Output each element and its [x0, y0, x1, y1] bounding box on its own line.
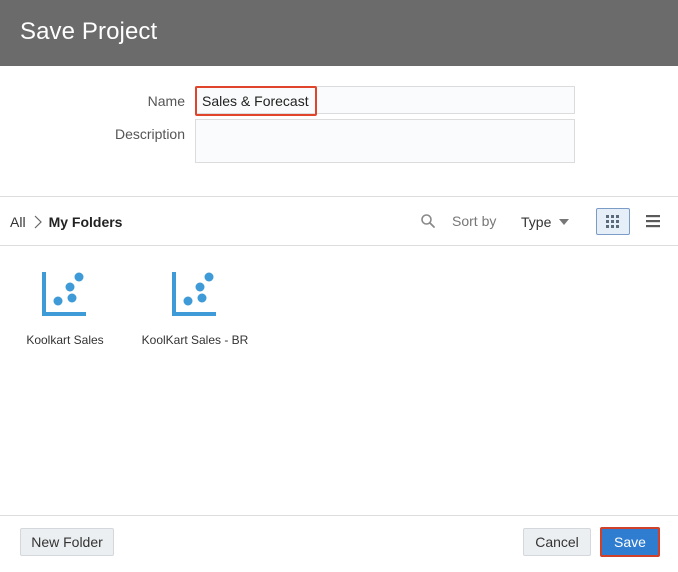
dialog-titlebar: Save Project — [0, 0, 678, 66]
save-button[interactable]: Save — [600, 527, 660, 557]
description-label: Description — [114, 126, 185, 142]
list-view-icon[interactable] — [644, 213, 662, 229]
name-input[interactable]: Sales & Forecast — [195, 86, 575, 114]
breadcrumb: All My Folders — [10, 213, 122, 231]
chevron-right-icon — [34, 215, 42, 229]
dialog-title: Save Project — [20, 18, 158, 45]
sort-by-label: Sort by — [452, 213, 497, 229]
divider — [0, 196, 678, 197]
cancel-button[interactable]: Cancel — [523, 528, 591, 556]
search-icon[interactable] — [420, 213, 436, 229]
grid-icon — [606, 215, 619, 228]
chevron-down-icon — [559, 219, 570, 225]
divider — [0, 515, 678, 516]
scatter-chart-icon[interactable] — [172, 270, 218, 316]
divider — [0, 245, 678, 246]
sort-by-value: Type — [521, 214, 552, 230]
breadcrumb-current: My Folders — [48, 214, 123, 230]
sort-by-select[interactable]: Type — [521, 213, 570, 231]
grid-view-button[interactable] — [596, 208, 630, 235]
name-label: Name — [147, 93, 185, 109]
new-folder-button[interactable]: New Folder — [20, 528, 114, 556]
description-input[interactable] — [195, 119, 575, 163]
name-input-value: Sales & Forecast — [202, 93, 309, 109]
save-project-dialog: Save Project Name Sales & Forecast Descr… — [0, 0, 678, 572]
item-label[interactable]: KoolKart Sales - BR — [125, 333, 265, 347]
scatter-chart-icon[interactable] — [42, 270, 88, 316]
item-label[interactable]: Koolkart Sales — [0, 333, 135, 347]
breadcrumb-all[interactable]: All — [10, 214, 26, 230]
